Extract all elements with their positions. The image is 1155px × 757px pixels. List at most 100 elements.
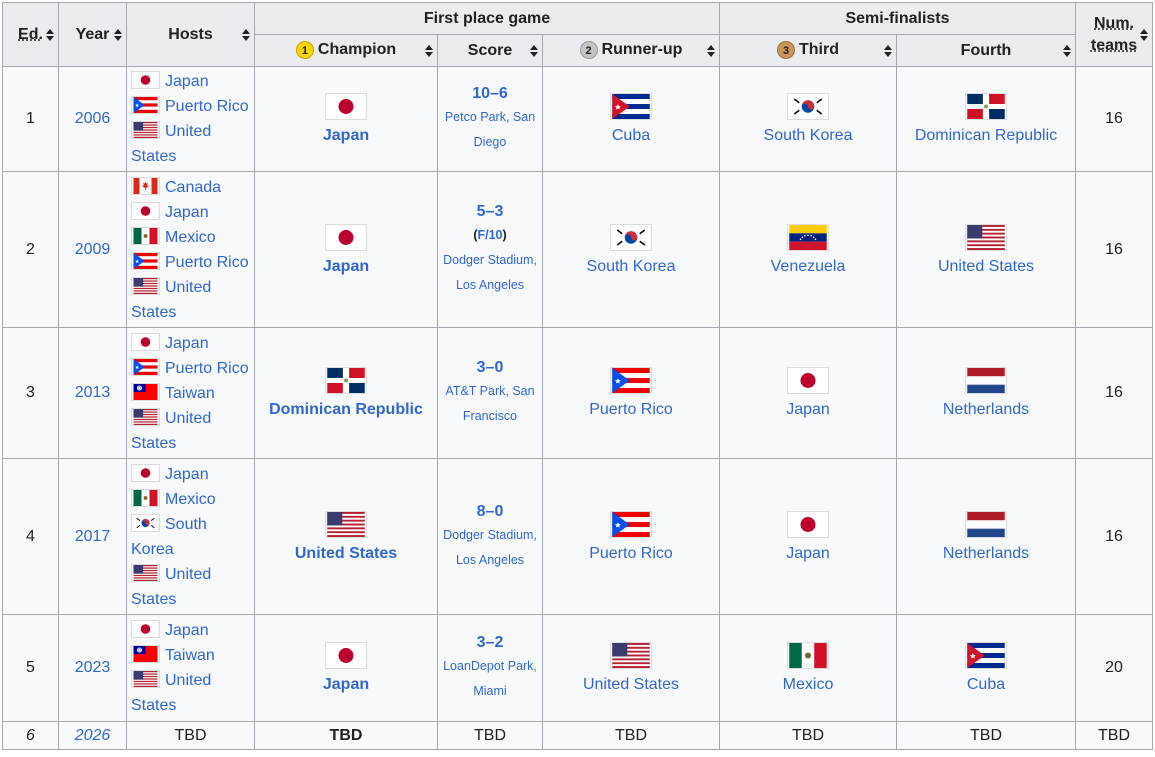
year-link[interactable]: 2009 [75, 241, 111, 258]
sort-icon[interactable] [46, 28, 54, 41]
fourth-cell: Netherlands [896, 458, 1076, 615]
score-link[interactable]: 8–0 [442, 501, 538, 523]
team-link[interactable]: Mexico [724, 676, 892, 694]
taiwan-flag-icon [131, 382, 160, 401]
team-link[interactable]: Dominican Republic [901, 127, 1071, 145]
runner-up-cell: TBD [542, 721, 720, 750]
team-link[interactable]: Japan [724, 545, 892, 563]
host-link[interactable]: Taiwan [165, 385, 215, 402]
year-cell: 2009 [58, 171, 127, 328]
year-link[interactable]: 2017 [75, 528, 111, 545]
sort-icon[interactable] [114, 28, 122, 41]
year-link[interactable]: 2023 [75, 659, 111, 676]
header-num-teams[interactable]: Num. teams [1075, 2, 1153, 67]
team-link[interactable]: United States [901, 258, 1071, 276]
cuba-flag-icon [965, 642, 1007, 669]
score-cell: 3–2 LoanDepot Park, Miami [437, 614, 543, 722]
score-link[interactable]: 10–6 [442, 83, 538, 105]
team-link[interactable]: Puerto Rico [547, 545, 715, 563]
team-link[interactable]: Netherlands [901, 401, 1071, 419]
header-ed[interactable]: Ed. [2, 2, 59, 67]
header-year[interactable]: Year [58, 2, 127, 67]
host-item: Taiwan [131, 643, 250, 668]
host-item: United States [131, 562, 250, 612]
team-link[interactable]: Japan [724, 401, 892, 419]
score-link[interactable]: 3–2 [442, 632, 538, 654]
extra-innings-link[interactable]: F/10 [477, 228, 502, 242]
host-link[interactable]: Canada [165, 179, 221, 196]
year-link[interactable]: 2026 [75, 727, 111, 744]
team-link[interactable]: South Korea [724, 127, 892, 145]
japan-flag-icon [131, 332, 160, 351]
host-link[interactable]: Japan [165, 466, 209, 483]
header-hosts[interactable]: Hosts [126, 2, 255, 67]
host-link[interactable]: Taiwan [165, 647, 215, 664]
taiwan-flag-icon [131, 645, 160, 663]
header-third[interactable]: 3 Third [719, 34, 897, 67]
team-link[interactable]: United States [259, 545, 433, 563]
puerto-rico-flag-icon [131, 96, 160, 114]
team-link[interactable]: Japan [259, 127, 433, 145]
score-cell: 10–6 Petco Park, San Diego [437, 66, 543, 172]
team-link[interactable]: Japan [259, 676, 433, 694]
team-link[interactable]: Cuba [547, 127, 715, 145]
sort-icon[interactable] [242, 28, 250, 41]
header-champion[interactable]: 1 Champion [254, 34, 438, 67]
hosts-cell: Japan Puerto Rico Taiwan United States [126, 327, 255, 459]
host-link[interactable]: Puerto Rico [165, 98, 249, 115]
gold-medal-icon: 1 [295, 41, 314, 60]
team-link[interactable]: Netherlands [901, 545, 1071, 563]
table-row: 3 2013 Japan Puerto Rico Taiwan United States… [2, 327, 1153, 459]
host-link[interactable]: Mexico [165, 491, 216, 508]
team-link[interactable]: Dominican Republic [259, 401, 433, 419]
venue-link[interactable]: AT&T Park, San Francisco [442, 379, 538, 429]
host-link[interactable]: Japan [165, 73, 209, 90]
sort-icon[interactable] [1063, 44, 1071, 57]
sort-icon[interactable] [530, 44, 538, 57]
year-link[interactable]: 2006 [75, 110, 111, 127]
host-link[interactable]: Mexico [165, 229, 216, 246]
score-link[interactable]: 3–0 [442, 357, 538, 379]
header-fourth[interactable]: Fourth [896, 34, 1076, 67]
year-cell: 2006 [58, 66, 127, 172]
host-link[interactable]: Puerto Rico [165, 254, 249, 271]
team-link[interactable]: South Korea [547, 258, 715, 276]
team-link[interactable]: Venezuela [724, 258, 892, 276]
header-score[interactable]: Score [437, 34, 543, 67]
year-link[interactable]: 2013 [75, 384, 111, 401]
host-link[interactable]: Puerto Rico [165, 360, 249, 377]
third-cell: TBD [719, 721, 897, 750]
sort-icon[interactable] [1140, 28, 1148, 41]
header-semi-finalists: Semi-finalists [719, 2, 1076, 35]
hosts-cell: Canada Japan Mexico Puerto Rico United State… [126, 171, 255, 328]
usa-flag-icon [131, 563, 160, 582]
header-num-teams-line2: teams [1090, 36, 1138, 54]
score-cell: 5–3 (F/10) Dodger Stadium, Los Angeles [437, 171, 543, 328]
team-link[interactable]: Puerto Rico [547, 401, 715, 419]
japan-flag-icon [325, 642, 367, 669]
champion-cell: TBD [254, 721, 438, 750]
host-link[interactable]: Japan [165, 204, 209, 221]
venue-link[interactable]: Dodger Stadium, Los Angeles [442, 523, 538, 573]
usa-flag-icon [131, 276, 160, 295]
venue-link[interactable]: Dodger Stadium, Los Angeles [442, 248, 538, 298]
host-link[interactable]: Japan [165, 335, 209, 352]
host-link[interactable]: Japan [165, 622, 209, 639]
team-link[interactable]: Japan [259, 258, 433, 276]
team-link[interactable]: Cuba [901, 676, 1071, 694]
venue-link[interactable]: LoanDepot Park, Miami [442, 654, 538, 704]
south-korea-flag-icon [131, 513, 160, 532]
score-link[interactable]: 5–3 [442, 201, 538, 223]
dominican-republic-flag-icon [325, 367, 367, 394]
puerto-rico-flag-icon [610, 510, 652, 538]
header-runner-up[interactable]: 2 Runner-up [542, 34, 720, 67]
table-row-future: 6 2026 TBD TBD TBD TBD TBD TBD TBD [2, 721, 1153, 750]
table-row: 5 2023 Japan Taiwan United States Japan 3–2 Loa… [2, 614, 1153, 722]
venue-link[interactable]: Petco Park, San Diego [442, 105, 538, 155]
header-first-place-game: First place game [254, 2, 720, 35]
sort-icon[interactable] [707, 44, 715, 57]
sort-icon[interactable] [425, 44, 433, 57]
sort-icon[interactable] [884, 44, 892, 57]
team-link[interactable]: United States [547, 676, 715, 694]
num-teams-cell: TBD [1075, 721, 1153, 750]
